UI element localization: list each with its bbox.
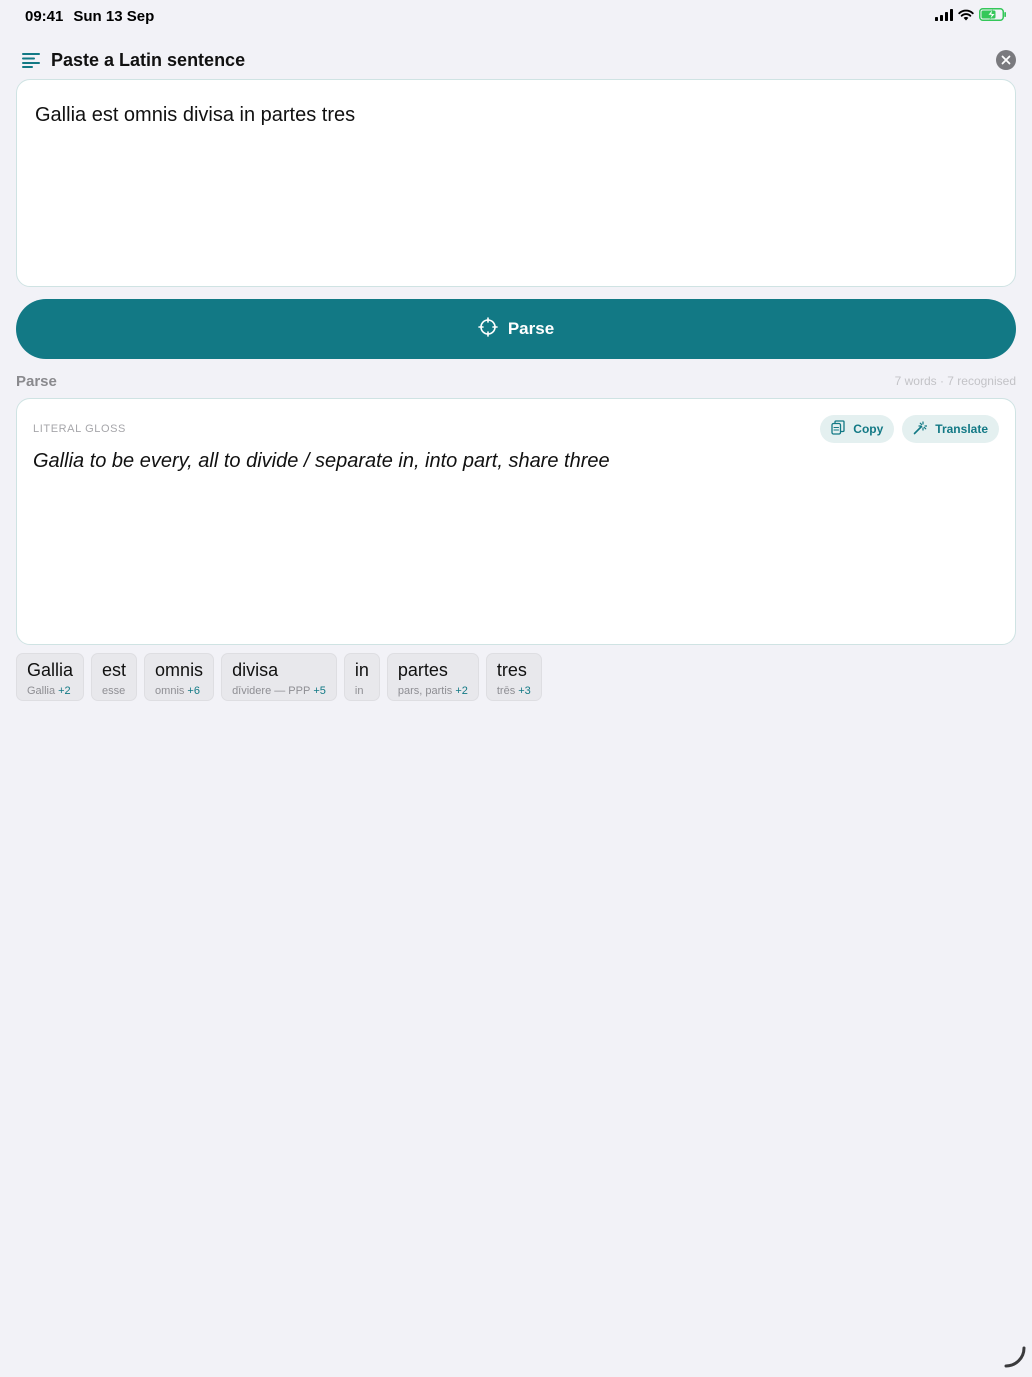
sentence-input-card: Gallia est omnis divisa in partes tres xyxy=(16,79,1016,287)
copy-label: Copy xyxy=(853,422,883,436)
parse-button-label: Parse xyxy=(508,319,554,339)
copy-button[interactable]: Copy xyxy=(820,415,894,443)
signal-icon xyxy=(935,8,953,25)
chip-lemma: esse xyxy=(102,685,125,697)
chip-lemma: trēs+3 xyxy=(497,685,531,697)
parse-button[interactable]: Parse xyxy=(16,299,1016,359)
word-chip[interactable]: omnis omnis+6 xyxy=(144,653,214,701)
word-chip[interactable]: Gallia Gallia+2 xyxy=(16,653,84,701)
word-chips: Gallia Gallia+2 est esse omnis omnis+6 d… xyxy=(16,653,542,701)
magic-wand-icon xyxy=(913,421,927,438)
battery-charging-icon xyxy=(979,8,1007,25)
status-bar: 09:41 Sun 13 Sep xyxy=(0,0,1032,32)
chip-extra-count: +6 xyxy=(187,685,200,697)
copy-icon xyxy=(831,420,845,438)
translate-label: Translate xyxy=(935,422,988,436)
sentence-input[interactable]: Gallia est omnis divisa in partes tres xyxy=(35,102,997,264)
chip-lemma: pars, partis+2 xyxy=(398,685,468,697)
status-date: Sun 13 Sep xyxy=(73,8,154,25)
list-icon[interactable] xyxy=(21,50,41,70)
results-section-header: Parse 7 words · 7 recognised xyxy=(16,371,1016,391)
chip-lemma: in xyxy=(355,685,364,697)
chip-word: in xyxy=(355,659,369,681)
chip-word: divisa xyxy=(232,659,326,681)
chip-lemma: dīvidere — PPP+5 xyxy=(232,685,326,697)
translate-button[interactable]: Translate xyxy=(902,415,999,443)
word-chip[interactable]: tres trēs+3 xyxy=(486,653,542,701)
chip-word: partes xyxy=(398,659,468,681)
chip-extra-count: +2 xyxy=(455,685,468,697)
gloss-card: LITERAL GLOSS Copy Translate Gallia to b… xyxy=(16,398,1016,645)
chip-word: est xyxy=(102,659,126,681)
chip-lemma: Gallia+2 xyxy=(27,685,71,697)
section-title: Parse xyxy=(16,373,57,390)
header: Paste a Latin sentence xyxy=(16,44,1016,76)
gloss-text: Gallia to be every, all to divide / sepa… xyxy=(33,450,999,473)
chip-word: omnis xyxy=(155,659,203,681)
chip-extra-count: +2 xyxy=(58,685,71,697)
word-count: 7 words · 7 recognised xyxy=(895,374,1016,388)
crosshair-icon xyxy=(478,317,498,342)
gloss-label: LITERAL GLOSS xyxy=(33,423,126,435)
status-time: 09:41 xyxy=(25,8,63,25)
chip-extra-count: +5 xyxy=(313,685,326,697)
gloss-actions: Copy Translate xyxy=(820,415,999,443)
resize-handle-icon[interactable] xyxy=(1000,1344,1028,1372)
chip-lemma: omnis+6 xyxy=(155,685,200,697)
status-indicators xyxy=(935,8,1007,25)
word-chip[interactable]: divisa dīvidere — PPP+5 xyxy=(221,653,337,701)
word-chip[interactable]: est esse xyxy=(91,653,137,701)
page-title: Paste a Latin sentence xyxy=(51,50,245,71)
chip-word: Gallia xyxy=(27,659,73,681)
word-chip[interactable]: partes pars, partis+2 xyxy=(387,653,479,701)
chip-word: tres xyxy=(497,659,531,681)
word-chip[interactable]: in in xyxy=(344,653,380,701)
chip-extra-count: +3 xyxy=(518,685,531,697)
close-icon[interactable] xyxy=(996,50,1016,70)
wifi-icon xyxy=(958,8,974,25)
